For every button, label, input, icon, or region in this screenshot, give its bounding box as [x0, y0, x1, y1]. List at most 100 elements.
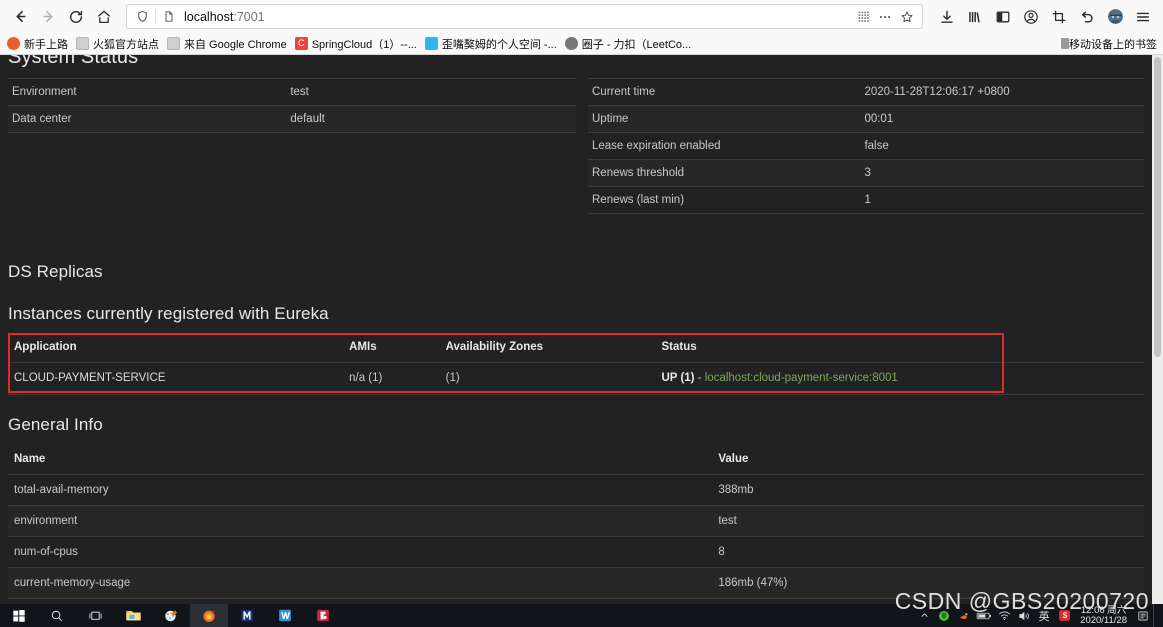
bookmark-item-4[interactable]: 歪嘴獒姆的个人空间 -... [422, 35, 562, 53]
row-value: test [286, 78, 576, 106]
star-icon[interactable] [896, 7, 918, 27]
firefox-icon[interactable] [190, 604, 228, 627]
url-text: localhost:7001 [184, 9, 265, 24]
battery-icon[interactable] [974, 604, 994, 627]
bookmark-label: 新手上路 [24, 38, 68, 51]
address-bar[interactable]: localhost:7001 [126, 4, 923, 29]
table-header-row: Application AMIs Availability Zones Stat… [8, 333, 1144, 363]
row-name: Data center [8, 105, 287, 133]
app-icon[interactable] [304, 604, 342, 627]
undo-icon[interactable] [1073, 3, 1101, 31]
bookmark-label: 移动设备上的书签 [1069, 38, 1157, 51]
downloads-icon[interactable] [933, 3, 961, 31]
cell-value: 8 [712, 536, 1144, 568]
reload-button[interactable] [62, 3, 90, 31]
paint-3d-icon[interactable] [152, 604, 190, 627]
reader-view-icon[interactable] [852, 7, 874, 27]
page-icon[interactable] [158, 7, 180, 27]
row-value: 1 [860, 186, 1144, 214]
security-icon[interactable] [954, 604, 974, 627]
system-status-right-column: Current time 2020-11-28T12:06:17 +0800 U… [576, 78, 1144, 214]
bookmark-item-mobile[interactable]: 移动设备上的书签 [1061, 36, 1157, 52]
bilibili-icon [424, 37, 438, 50]
page-scrollbar[interactable] [1152, 55, 1163, 626]
bookmark-label: 圈子 - 力扣（LeetCo... [581, 38, 692, 51]
show-desktop-button[interactable] [1153, 604, 1161, 627]
table-row: Data center default [8, 105, 576, 133]
general-info-table: Name Value total-avail-memory 388mb envi… [8, 444, 1144, 626]
task-view-icon[interactable] [76, 604, 114, 627]
shield-icon[interactable] [934, 604, 954, 627]
chevron-up-icon[interactable] [914, 604, 934, 627]
screenshot-icon[interactable] [1045, 3, 1073, 31]
bookmark-item-5[interactable]: 圈子 - 力扣（LeetCo... [562, 35, 696, 53]
table-row: Current time 2020-11-28T12:06:17 +0800 [588, 78, 1144, 106]
cell-value: 388mb [712, 474, 1144, 506]
navigation-toolbar: localhost:7001 [0, 0, 1163, 33]
hamburger-menu-icon[interactable] [1129, 3, 1157, 31]
notification-icon[interactable] [1133, 604, 1153, 627]
start-icon[interactable] [0, 604, 38, 627]
bookmark-item-1[interactable]: 火狐官方站点 [73, 35, 164, 53]
cell-name: current-memory-usage [8, 567, 713, 599]
cell-name: total-avail-memory [8, 474, 713, 506]
bookmark-item-2[interactable]: 来自 Google Chrome [164, 35, 292, 53]
column-header-name: Name [8, 444, 713, 475]
table-header-row: Name Value [8, 444, 1144, 475]
cell-application: CLOUD-PAYMENT-SERVICE [8, 362, 344, 395]
table-row: environment test [8, 505, 1144, 537]
forward-button[interactable] [34, 3, 62, 31]
bookmark-label: 歪嘴獒姆的个人空间 -... [441, 38, 557, 51]
row-value: 3 [860, 159, 1144, 187]
table-row: Renews threshold 3 [588, 159, 1144, 187]
firefox-icon [7, 37, 20, 50]
back-button[interactable] [6, 3, 34, 31]
avatar-icon[interactable] [1101, 3, 1129, 31]
system-status-left-column: Environment test Data center default [8, 78, 576, 214]
volume-icon[interactable] [1014, 604, 1034, 627]
cell-availability-zones: (1) [439, 362, 656, 395]
browser-toolbar-buttons [933, 3, 1157, 31]
table-row: num-of-cpus 8 [8, 536, 1144, 568]
cell-value: test [712, 505, 1144, 537]
sogou-icon[interactable] [1054, 604, 1074, 627]
mobile-icon [1061, 38, 1069, 49]
browser-chrome: localhost:7001 新手上路 火狐官方站点 来自 Google Chr… [0, 0, 1163, 55]
ellipsis-icon[interactable] [874, 7, 896, 27]
bookmark-item-0[interactable]: 新手上路 [4, 35, 73, 53]
shield-icon[interactable] [131, 7, 153, 27]
row-name: Lease expiration enabled [588, 132, 861, 160]
scrollbar-thumb[interactable] [1154, 57, 1161, 357]
cell-value: 186mb (47%) [712, 567, 1144, 599]
column-header-amis: AMIs [343, 333, 440, 363]
page-title-general-info: General Info [8, 415, 103, 434]
home-button[interactable] [90, 3, 118, 31]
cell-name: num-of-cpus [8, 536, 713, 568]
row-name: Renews threshold [588, 159, 861, 187]
system-status-left-table: Environment test Data center default [8, 78, 576, 133]
instances-table-wrapper: Application AMIs Availability Zones Stat… [8, 333, 1144, 395]
table-row: Renews (last min) 1 [588, 186, 1144, 214]
eureka-dashboard: System Status Environment test Data cent… [0, 55, 1152, 626]
instance-link[interactable]: localhost:cloud-payment-service:8001 [705, 372, 898, 384]
taskbar-clock[interactable]: 12:06 周六 2020/11/28 [1074, 605, 1133, 626]
file-explorer-icon[interactable] [114, 604, 152, 627]
account-icon[interactable] [1017, 3, 1045, 31]
page-title-system-status: System Status [8, 55, 139, 68]
library-icon[interactable] [961, 3, 989, 31]
column-header-application: Application [8, 333, 344, 363]
bookmark-item-3[interactable]: C SpringCloud（1）--... [292, 35, 422, 53]
wifi-icon[interactable] [994, 604, 1014, 627]
ime-icon[interactable]: 英 [1034, 604, 1054, 627]
column-header-status: Status [655, 333, 1144, 363]
wps-icon[interactable] [266, 604, 304, 627]
sidebar-icon[interactable] [989, 3, 1017, 31]
media-player-icon[interactable] [228, 604, 266, 627]
page-title-instances: Instances currently registered with Eure… [8, 304, 329, 323]
clock-date: 2020/11/28 [1080, 614, 1127, 626]
row-value: default [286, 105, 576, 133]
address-bar-divider [155, 9, 156, 24]
search-icon[interactable] [38, 604, 76, 627]
cell-status: UP (1) - localhost:cloud-payment-service… [655, 362, 1144, 395]
